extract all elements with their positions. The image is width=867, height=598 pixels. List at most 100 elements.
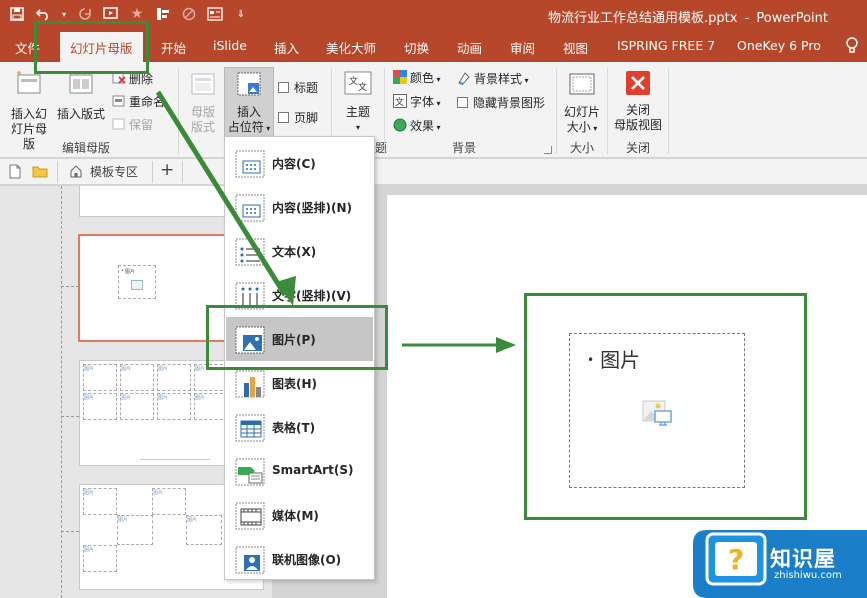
undo-icon[interactable] bbox=[34, 5, 52, 23]
mini-placeholder: 图片 bbox=[117, 515, 153, 545]
svg-text:文: 文 bbox=[358, 81, 367, 93]
tab-review[interactable]: 审阅 bbox=[510, 38, 535, 57]
new-file-icon[interactable] bbox=[9, 164, 21, 179]
tab-ispring[interactable]: ISPRING FREE 7 bbox=[617, 38, 715, 53]
slide-size-icon bbox=[569, 73, 595, 95]
footer-checkbox[interactable]: 页脚 bbox=[278, 109, 318, 126]
media-placeholder-icon bbox=[235, 502, 265, 530]
tree-tick bbox=[61, 286, 79, 287]
ribbon-tabs: 文件 幻灯片母版 开始 iSlide 插入 美化大师 切换 动画 审阅 视图 I… bbox=[0, 32, 867, 62]
effects-icon bbox=[393, 118, 407, 132]
delete-button[interactable]: 删除 bbox=[112, 70, 153, 87]
preserve-icon bbox=[112, 118, 125, 130]
content-vertical-placeholder-icon bbox=[235, 194, 265, 222]
background-styles-button[interactable]: 背景样式 ▾ bbox=[457, 70, 529, 87]
table-placeholder-icon bbox=[235, 414, 265, 442]
tree-tick bbox=[61, 416, 79, 417]
mini-placeholder: 图片 bbox=[157, 364, 191, 391]
tab-islide[interactable]: iSlide bbox=[213, 38, 247, 53]
tab-templates[interactable]: 模板专区 bbox=[90, 163, 138, 180]
app-name: PowerPoint bbox=[756, 11, 829, 26]
redo-icon[interactable] bbox=[76, 5, 94, 23]
tab-beautify[interactable]: 美化大师 bbox=[326, 38, 376, 57]
rename-button[interactable]: 重命名 bbox=[112, 93, 165, 110]
mini-placeholder-label: 图片 bbox=[84, 490, 95, 496]
delete-label: 删除 bbox=[129, 72, 154, 86]
tab-onekey[interactable]: OneKey 6 Pro bbox=[737, 38, 821, 53]
slide-size-label-2: 大小 ▾ bbox=[561, 120, 603, 136]
theme-icon: 文文 bbox=[344, 71, 372, 95]
theme-label: 主题 bbox=[345, 105, 370, 119]
tab-home[interactable]: 开始 bbox=[161, 38, 186, 57]
insert-icon[interactable] bbox=[154, 5, 172, 23]
title-check-label: 标题 bbox=[294, 81, 319, 95]
dialog-launcher-icon[interactable] bbox=[544, 146, 552, 154]
save-icon[interactable] bbox=[8, 5, 26, 23]
chevron-down-icon: ▾ bbox=[522, 76, 529, 85]
thumbnail-placeholder-label: 图片 bbox=[125, 269, 136, 275]
lightbulb-icon[interactable] bbox=[845, 37, 859, 55]
theme-button[interactable]: 文文 主题 ▾ bbox=[338, 70, 378, 135]
customize-icon[interactable]: ⇓ bbox=[232, 5, 250, 23]
placeholder-text[interactable]: • 图片 bbox=[587, 344, 640, 373]
master-layout-label-1: 母版 bbox=[190, 105, 215, 119]
tab-file[interactable]: 文件 bbox=[15, 38, 40, 57]
colors-label: 颜色 bbox=[410, 71, 435, 85]
background-styles-icon bbox=[458, 72, 470, 85]
home-icon[interactable] bbox=[69, 164, 83, 178]
menu-item-picture[interactable]: 图片(P) bbox=[226, 317, 373, 361]
colors-button[interactable]: 颜色 ▾ bbox=[393, 69, 441, 86]
preserve-button[interactable]: 保留 bbox=[112, 116, 153, 133]
insert-placeholder-button[interactable]: 插入 占位符 ▾ bbox=[225, 70, 273, 136]
menu-item-content[interactable]: 内容(C) bbox=[226, 141, 373, 185]
tab-insert[interactable]: 插入 bbox=[274, 38, 299, 57]
star-icon[interactable]: ★ bbox=[128, 5, 146, 23]
background-styles-label: 背景样式 bbox=[474, 72, 523, 86]
fonts-button[interactable]: 文字体 ▾ bbox=[393, 93, 441, 110]
close-master-view-button[interactable]: 关闭 母版视图 bbox=[611, 70, 665, 133]
pane-divider bbox=[152, 161, 153, 183]
folder-icon[interactable] bbox=[32, 165, 48, 178]
form-icon[interactable] bbox=[206, 5, 224, 23]
menu-item-label: 媒体(M) bbox=[272, 509, 319, 523]
menu-item-table[interactable]: 表格(T) bbox=[226, 405, 373, 449]
menu-item-text-vertical[interactable]: 文字(竖排)(V) bbox=[226, 273, 373, 317]
title-check-box[interactable] bbox=[278, 82, 289, 93]
chevron-down-icon: ▾ bbox=[434, 75, 441, 84]
footer-check-box[interactable] bbox=[278, 112, 289, 123]
ribbon-separator bbox=[668, 68, 669, 154]
tab-slide-master[interactable]: 幻灯片母版 bbox=[60, 32, 143, 62]
menu-item-smartart[interactable]: SmartArt(S) bbox=[226, 449, 373, 493]
menu-item-online-image[interactable]: 联机图像(O) bbox=[226, 537, 373, 581]
menu-item-content-vertical[interactable]: 内容(竖排)(N) bbox=[226, 185, 373, 229]
insert-slide-master-button[interactable]: 插入幻 灯片母版 bbox=[6, 70, 52, 152]
insert-layout-button[interactable]: 插入版式 bbox=[54, 70, 108, 122]
chevron-down-icon[interactable]: ▾ bbox=[60, 5, 68, 23]
mini-placeholder: 图片 bbox=[83, 364, 117, 391]
menu-item-text[interactable]: 文本(X) bbox=[226, 229, 373, 273]
hide-background-checkbox[interactable]: 隐藏背景图形 bbox=[457, 94, 545, 111]
menu-item-label: 联机图像(O) bbox=[272, 553, 342, 567]
master-layout-button[interactable]: 母版 版式 bbox=[184, 70, 222, 135]
effects-button[interactable]: 效果 ▾ bbox=[393, 117, 441, 134]
thumbnail-bullet: • bbox=[121, 268, 124, 274]
title-checkbox[interactable]: 标题 bbox=[278, 79, 318, 96]
slideshow-icon[interactable] bbox=[102, 5, 120, 23]
chevron-down-icon: ▾ bbox=[355, 123, 360, 132]
menu-item-chart[interactable]: 图表(H) bbox=[226, 361, 373, 405]
tab-view[interactable]: 视图 bbox=[563, 38, 588, 57]
thumbnail-tree-line bbox=[61, 186, 62, 598]
tab-transitions[interactable]: 切换 bbox=[404, 38, 429, 57]
menu-item-media[interactable]: 媒体(M) bbox=[226, 493, 373, 537]
tab-animations[interactable]: 动画 bbox=[457, 38, 482, 57]
picture-icon bbox=[131, 280, 143, 290]
mini-placeholder: 图片 bbox=[83, 545, 117, 572]
slide-size-button[interactable]: 幻灯片 大小 ▾ bbox=[561, 70, 603, 136]
effects-label: 效果 bbox=[410, 119, 435, 133]
add-tab-button[interactable]: + bbox=[160, 160, 174, 180]
menu-item-label: 内容(竖排)(N) bbox=[272, 201, 352, 215]
hide-background-check-box[interactable] bbox=[457, 97, 468, 108]
mini-placeholder: 图片 bbox=[157, 393, 191, 420]
insert-layout-icon bbox=[69, 71, 93, 94]
link-icon[interactable] bbox=[180, 5, 198, 23]
